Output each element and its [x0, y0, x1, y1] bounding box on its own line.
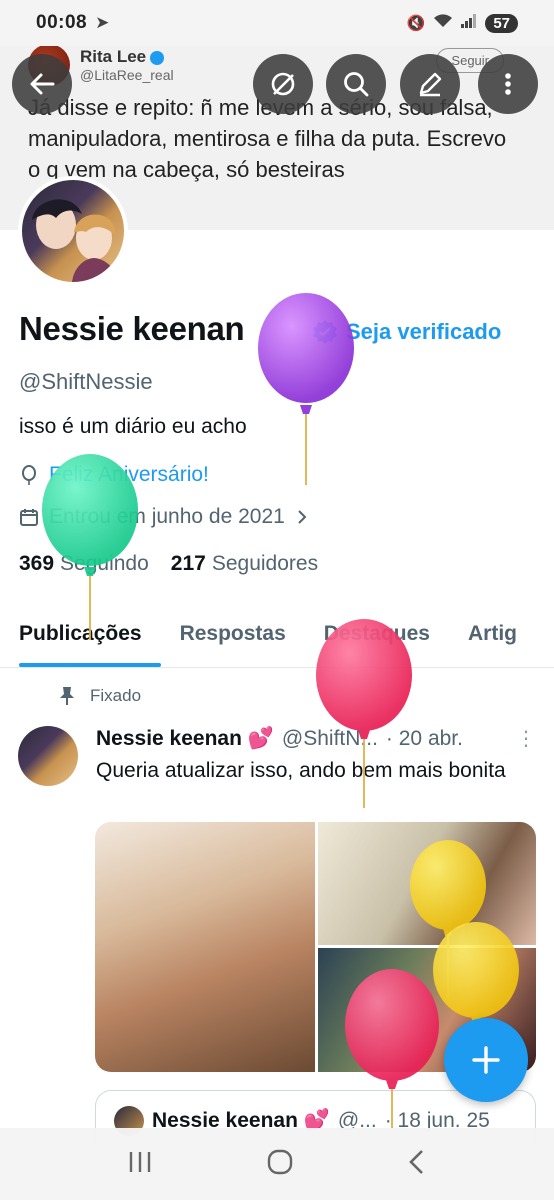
post-more-icon[interactable]: ⋮ — [516, 726, 536, 751]
profile-handle: @ShiftNessie — [19, 369, 153, 394]
edit-button[interactable] — [400, 54, 460, 114]
pencil-icon — [419, 72, 442, 97]
verified-badge-icon — [150, 50, 165, 65]
search-icon — [344, 72, 369, 97]
compose-button[interactable] — [444, 1018, 528, 1102]
verified-badge-icon — [313, 320, 337, 344]
followers-count: 217 — [170, 552, 206, 575]
tab-articles[interactable]: Artig — [449, 600, 536, 667]
home-icon — [267, 1149, 293, 1174]
slash-circle-icon — [271, 72, 295, 96]
profile-name: Nessie keenan — [19, 310, 245, 347]
followers-label: Seguidores — [211, 552, 319, 575]
calendar-icon — [20, 509, 38, 526]
follow-stats: 369 Seguindo 217 Seguidores — [19, 552, 318, 576]
more-button[interactable] — [478, 54, 538, 114]
home-button[interactable] — [265, 1147, 295, 1182]
following-link[interactable]: 369 Seguindo — [19, 552, 149, 576]
get-verified-label: Seja verificado — [346, 319, 502, 344]
status-bar: 00:08 ➤ 🔇 57 — [0, 0, 554, 46]
post-photo-1[interactable] — [95, 822, 315, 1072]
profile-tabs: Publicações Respostas Destaques Artig — [0, 600, 554, 668]
tab-highlights[interactable]: Destaques — [305, 600, 449, 667]
tab-replies[interactable]: Respostas — [161, 600, 305, 667]
wifi-icon — [433, 13, 453, 33]
telegram-icon: ➤ — [95, 13, 110, 32]
battery-icon: 57 — [485, 13, 518, 33]
signal-icon — [461, 14, 477, 32]
recent-apps-button[interactable] — [125, 1148, 155, 1181]
tab-posts[interactable]: Publicações — [0, 600, 161, 667]
post-header: Nessie keenan 💕 @ShiftN... · 20 abr. ⋮ — [96, 726, 536, 751]
pin-icon — [60, 687, 74, 705]
followers-link[interactable]: 217 Seguidores — [171, 552, 318, 576]
birthday-label: Feliz Aniversário! — [49, 463, 209, 486]
status-icons: 🔇 57 — [407, 13, 518, 33]
balloon-icon — [22, 465, 36, 485]
mute-icon: 🔇 — [406, 15, 426, 32]
joined-label: Entrou em junho de 2021 — [49, 505, 285, 528]
post-avatar[interactable] — [18, 726, 78, 786]
vertical-dots-icon — [505, 73, 511, 95]
grok-button[interactable] — [253, 54, 313, 114]
get-verified-link[interactable]: Seja verificado — [312, 319, 501, 345]
post-text: Queria atualizar isso, ando bem mais bon… — [96, 759, 506, 782]
status-time: 00:08 — [36, 12, 88, 33]
banner-handle: @LitaRee_real — [80, 67, 174, 83]
system-back-button[interactable] — [405, 1147, 429, 1182]
back-button[interactable] — [12, 54, 72, 114]
chevron-right-icon — [298, 510, 307, 524]
joined-row[interactable]: Entrou em junho de 2021 — [19, 505, 309, 529]
recent-apps-icon — [129, 1151, 151, 1172]
banner-name: Rita Lee — [80, 47, 147, 66]
pinned-label: Fixado — [90, 686, 142, 705]
arrow-left-icon — [30, 73, 55, 95]
pinned-indicator: Fixado — [58, 686, 141, 706]
following-count: 369 — [19, 552, 55, 575]
post-handle: @ShiftN... — [281, 726, 378, 750]
chevron-left-icon — [409, 1149, 423, 1174]
profile-avatar[interactable] — [18, 176, 128, 286]
system-nav-bar — [0, 1128, 554, 1200]
post-author[interactable]: Nessie keenan 💕 — [96, 727, 274, 751]
following-label: Seguindo — [60, 552, 149, 575]
post-date: · 20 abr. — [385, 726, 463, 750]
birthday-row: Feliz Aniversário! — [19, 463, 209, 487]
search-button[interactable] — [326, 54, 386, 114]
plus-icon — [472, 1046, 500, 1074]
post-photo-2[interactable] — [318, 822, 536, 945]
avatar-art — [32, 199, 118, 282]
profile-bio: isso é um diário eu acho — [19, 415, 247, 438]
